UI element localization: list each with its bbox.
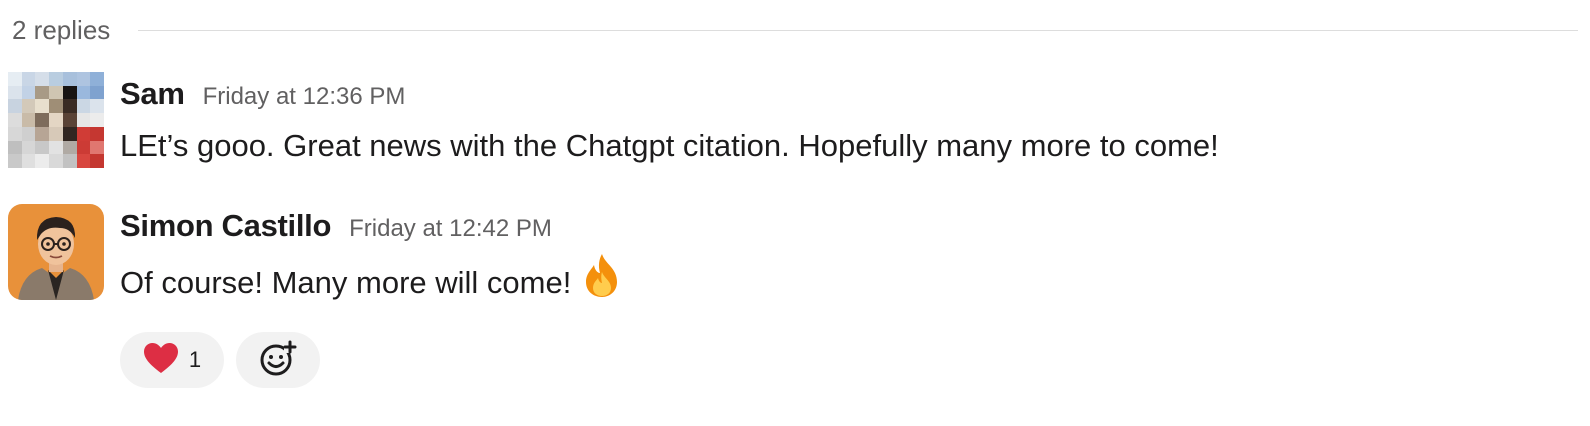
reaction-count: 1 (188, 347, 202, 372)
author-name[interactable]: Sam (120, 76, 185, 112)
timestamp[interactable]: Friday at 12:36 PM (203, 83, 406, 111)
add-emoji-icon (258, 339, 298, 382)
avatar[interactable] (8, 204, 104, 300)
divider-line (138, 29, 1578, 31)
avatar[interactable] (8, 72, 104, 168)
reaction-heart-button[interactable]: 1 (120, 332, 224, 388)
timestamp[interactable]: Friday at 12:42 PM (349, 215, 552, 243)
reply-count-link[interactable]: 2 replies (12, 15, 110, 46)
thread-divider: 2 replies (12, 10, 1578, 50)
fire-emoji-icon (581, 252, 623, 310)
heart-emoji-icon (143, 342, 179, 379)
message-text: Of course! Many more will come! (120, 265, 572, 301)
author-name[interactable]: Simon Castillo (120, 208, 331, 244)
message-body: Simon Castillo Friday at 12:42 PM Of cou… (120, 204, 1568, 388)
reactions-bar: 1 (120, 332, 1568, 388)
message-header: Sam Friday at 12:36 PM (120, 72, 1568, 120)
illustrated-avatar-icon (8, 204, 104, 300)
message-body: Sam Friday at 12:36 PM LEt’s gooo. Great… (120, 72, 1568, 168)
message-text-row: Of course! Many more will come! (120, 254, 1568, 314)
message-text: LEt’s gooo. Great news with the Chatgpt … (120, 128, 1219, 163)
message-header: Simon Castillo Friday at 12:42 PM (120, 204, 1568, 252)
add-reaction-button[interactable] (236, 332, 320, 388)
